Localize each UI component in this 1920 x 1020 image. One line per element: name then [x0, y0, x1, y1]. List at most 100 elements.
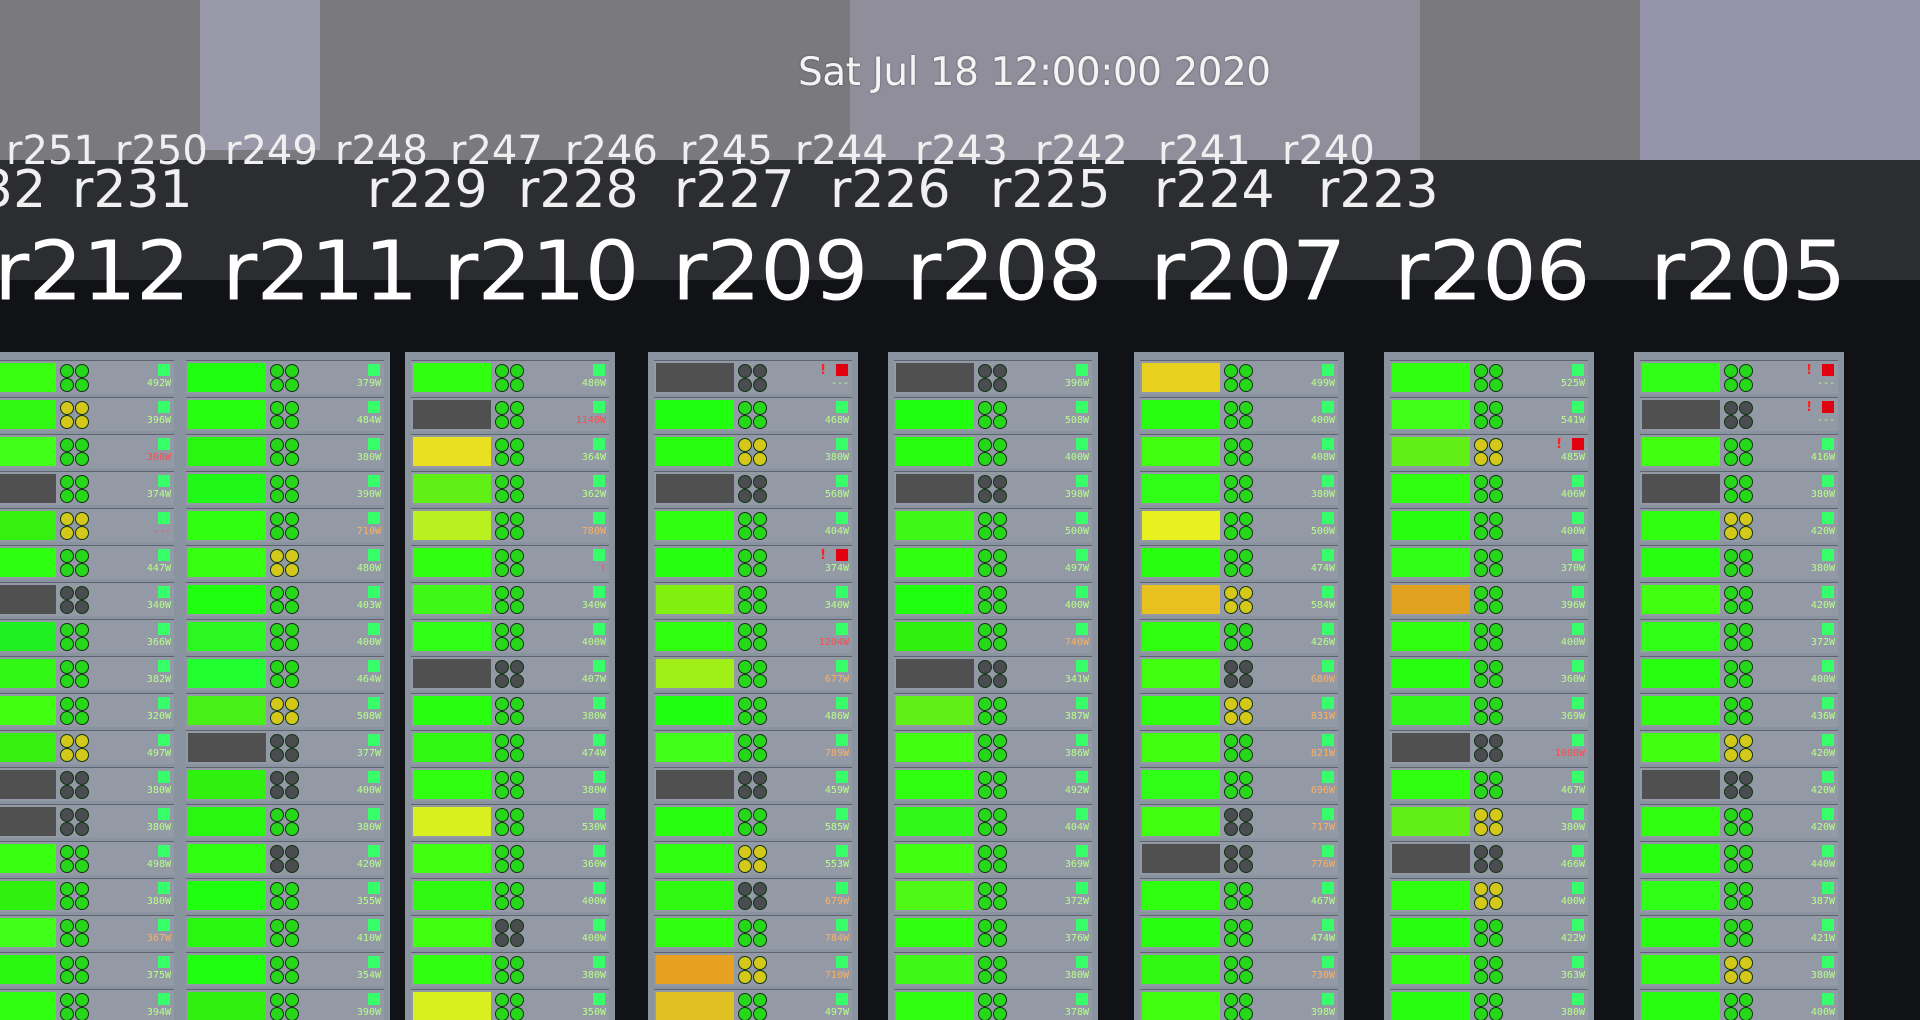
server-node[interactable]: 380W: [411, 693, 609, 727]
server-node[interactable]: 500W: [1140, 508, 1338, 542]
server-node[interactable]: ---: [0, 508, 174, 542]
server-node[interactable]: 420W: [1640, 730, 1838, 764]
server-node[interactable]: 380W: [0, 878, 174, 912]
server-node[interactable]: 400W: [1390, 878, 1588, 912]
server-node[interactable]: 387W: [1640, 878, 1838, 912]
server-node[interactable]: 406W: [1390, 471, 1588, 505]
server-node[interactable]: 696W: [1140, 767, 1338, 801]
server-node[interactable]: 360W: [411, 841, 609, 875]
server-node[interactable]: 474W: [1140, 545, 1338, 579]
server-node[interactable]: 474W: [411, 730, 609, 764]
server-node[interactable]: 396W: [1390, 582, 1588, 616]
server-node[interactable]: ! ---: [1640, 360, 1838, 394]
server-node[interactable]: 497W: [0, 730, 174, 764]
server-node[interactable]: 367W: [0, 915, 174, 949]
server-node[interactable]: 363W: [1390, 952, 1588, 986]
server-node[interactable]: 410W: [186, 915, 384, 949]
rack-r212[interactable]: 492W 396W 300W 374W --- 447W 340W 366W 382W 320W 4…: [0, 352, 180, 1020]
server-node[interactable]: 380W: [0, 767, 174, 801]
server-node[interactable]: 370W: [1390, 545, 1588, 579]
server-node[interactable]: 553W: [654, 841, 852, 875]
server-node[interactable]: 400W: [1640, 989, 1838, 1020]
server-node[interactable]: 340W: [654, 582, 852, 616]
rack-r206[interactable]: 525W 541W! 485W 406W 400W 370W 396W 400W 360W 369…: [1384, 352, 1594, 1020]
server-node[interactable]: 398W: [1140, 989, 1338, 1020]
server-node[interactable]: 784W: [654, 915, 852, 949]
server-node[interactable]: 404W: [894, 804, 1092, 838]
server-node[interactable]: 369W: [894, 841, 1092, 875]
server-node[interactable]: 420W: [1640, 767, 1838, 801]
server-node[interactable]: 400W: [1390, 508, 1588, 542]
server-node[interactable]: 375W: [0, 952, 174, 986]
server-node[interactable]: 400W: [411, 878, 609, 912]
server-node[interactable]: 467W: [1140, 878, 1338, 912]
server-node[interactable]: 421W: [1640, 915, 1838, 949]
server-node[interactable]: 360W: [1390, 656, 1588, 690]
server-node[interactable]: 740W: [894, 619, 1092, 653]
server-node[interactable]: 380W: [1140, 471, 1338, 505]
server-node[interactable]: 377W: [186, 730, 384, 764]
server-node[interactable]: 499W: [1140, 360, 1338, 394]
server-node[interactable]: 390W: [186, 989, 384, 1020]
server-node[interactable]: ! 374W: [654, 545, 852, 579]
server-node[interactable]: 300W: [0, 434, 174, 468]
server-node[interactable]: 390W: [186, 471, 384, 505]
server-node[interactable]: 497W: [894, 545, 1092, 579]
server-node[interactable]: 354W: [186, 952, 384, 986]
rack-r207[interactable]: 499W 400W 408W 380W 500W 474W 584W 426W 680W 831W…: [1134, 352, 1344, 1020]
server-node[interactable]: 497W: [654, 989, 852, 1020]
server-node[interactable]: 380W: [654, 434, 852, 468]
server-node[interactable]: 677W: [654, 656, 852, 690]
server-node[interactable]: 422W: [1390, 915, 1588, 949]
server-node[interactable]: 480W: [186, 545, 384, 579]
server-node[interactable]: 341W: [894, 656, 1092, 690]
server-node[interactable]: ! ---: [654, 360, 852, 394]
server-node[interactable]: 525W: [1390, 360, 1588, 394]
server-node[interactable]: 362W: [411, 471, 609, 505]
datacenter-3d-view[interactable]: Sat Jul 18 12:00:00 2020 r251 r250 r249 r24…: [0, 0, 1920, 1020]
server-node[interactable]: 380W: [411, 767, 609, 801]
server-node[interactable]: 492W: [0, 360, 174, 394]
rack-r210[interactable]: 480W 1140W 364W 362W 780W! 340W 400W 407W 380W 47…: [405, 352, 615, 1020]
server-node[interactable]: 380W: [411, 952, 609, 986]
server-node[interactable]: 436W: [1640, 693, 1838, 727]
server-node[interactable]: 710W: [654, 952, 852, 986]
server-node[interactable]: 380W: [1640, 545, 1838, 579]
server-node[interactable]: 447W: [0, 545, 174, 579]
rack-r208[interactable]: 396W 508W 400W 398W 500W 497W 400W 740W 341W 387W…: [888, 352, 1098, 1020]
server-node[interactable]: 374W: [0, 471, 174, 505]
server-node[interactable]: 717W: [1140, 804, 1338, 838]
server-node[interactable]: 680W: [1140, 656, 1338, 690]
server-node[interactable]: 508W: [186, 693, 384, 727]
server-node[interactable]: 380W: [186, 804, 384, 838]
server-node[interactable]: 440W: [1640, 841, 1838, 875]
server-node[interactable]: 400W: [1390, 619, 1588, 653]
server-node[interactable]: 400W: [1640, 656, 1838, 690]
server-node[interactable]: 500W: [894, 508, 1092, 542]
rack-r209[interactable]: ! --- 468W 380W 568W 404W! 374W 340W 1204W 677W 48…: [648, 352, 858, 1020]
server-node[interactable]: 408W: [1140, 434, 1338, 468]
server-node[interactable]: 541W: [1390, 397, 1588, 431]
server-node[interactable]: 387W: [894, 693, 1092, 727]
server-node[interactable]: 679W: [654, 878, 852, 912]
server-node[interactable]: 396W: [894, 360, 1092, 394]
server-node[interactable]: 780W: [411, 508, 609, 542]
server-node[interactable]: 380W: [1390, 989, 1588, 1020]
server-node[interactable]: 584W: [1140, 582, 1338, 616]
server-node[interactable]: 382W: [0, 656, 174, 690]
server-node[interactable]: 403W: [186, 582, 384, 616]
server-node[interactable]: 585W: [654, 804, 852, 838]
server-node[interactable]: ! ---: [1640, 397, 1838, 431]
server-node[interactable]: 400W: [186, 767, 384, 801]
server-node[interactable]: 420W: [1640, 804, 1838, 838]
server-node[interactable]: 350W: [411, 989, 609, 1020]
server-node[interactable]: 468W: [654, 397, 852, 431]
server-node[interactable]: 386W: [894, 730, 1092, 764]
server-node[interactable]: 492W: [894, 767, 1092, 801]
server-node[interactable]: 568W: [654, 471, 852, 505]
server-node[interactable]: 400W: [894, 434, 1092, 468]
server-node[interactable]: 379W: [186, 360, 384, 394]
server-node[interactable]: !: [411, 545, 609, 579]
server-node[interactable]: 1000W: [1390, 730, 1588, 764]
server-node[interactable]: 789W: [654, 730, 852, 764]
